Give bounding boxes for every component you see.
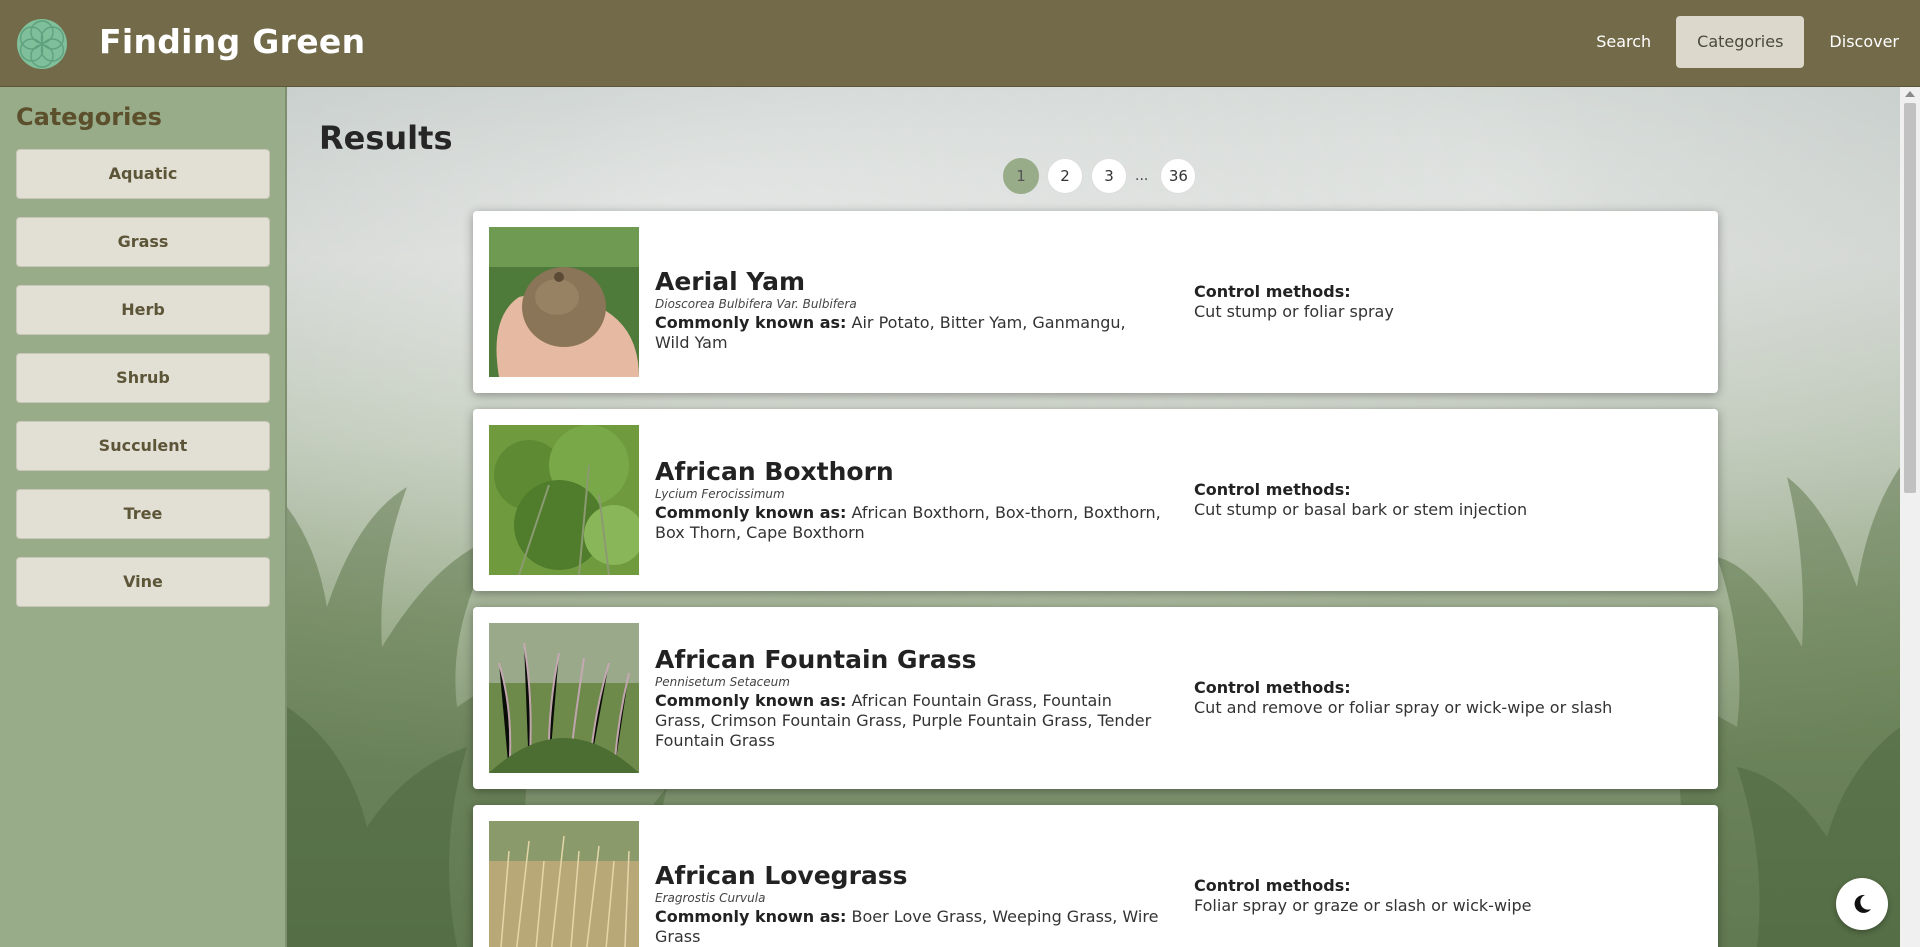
nav-search[interactable]: Search: [1575, 16, 1672, 68]
common-names: Commonly known as: African Fountain Gras…: [655, 691, 1165, 751]
plant-photo: [489, 623, 639, 773]
page-1-button[interactable]: 1: [1003, 158, 1039, 194]
control-methods: Control methods: Cut and remove or folia…: [1194, 678, 1694, 718]
category-grass-button[interactable]: Grass: [16, 217, 270, 267]
category-succulent-button[interactable]: Succulent: [16, 421, 270, 471]
plant-photo: [489, 821, 639, 947]
scientific-name: Lycium Ferocissimum: [655, 487, 785, 501]
card-body: African Boxthorn Lycium Ferocissimum Com…: [655, 457, 1165, 543]
dark-mode-toggle-button[interactable]: [1836, 878, 1888, 930]
control-value: Cut stump or foliar spray: [1194, 302, 1394, 321]
result-card[interactable]: African Boxthorn Lycium Ferocissimum Com…: [473, 409, 1718, 591]
control-label: Control methods:: [1194, 480, 1351, 499]
control-methods: Control methods: Foliar spray or graze o…: [1194, 876, 1694, 916]
nav-discover[interactable]: Discover: [1808, 16, 1920, 68]
top-header: Finding Green Search Categories Discover: [0, 0, 1920, 87]
category-herb-button[interactable]: Herb: [16, 285, 270, 335]
control-value: Cut and remove or foliar spray or wick-w…: [1194, 698, 1613, 717]
category-aquatic-button[interactable]: Aquatic: [16, 149, 270, 199]
pagination-ellipsis: ...: [1135, 168, 1149, 184]
page-last-button[interactable]: 36: [1160, 158, 1197, 194]
plant-name[interactable]: Aerial Yam: [655, 267, 1165, 296]
moon-icon: [1854, 894, 1871, 913]
common-label: Commonly known as:: [655, 313, 847, 332]
control-value: Cut stump or basal bark or stem injectio…: [1194, 500, 1528, 519]
control-label: Control methods:: [1194, 876, 1351, 895]
card-body: African Lovegrass Eragrostis Curvula Com…: [655, 861, 1165, 947]
plant-name[interactable]: African Boxthorn: [655, 457, 1165, 486]
main-nav: Search Categories Discover: [1571, 16, 1920, 68]
page-scrollbar[interactable]: [1900, 87, 1920, 947]
pagination: 1 2 3 ... 36: [1003, 158, 1204, 194]
scroll-up-arrow-icon[interactable]: [1905, 91, 1915, 97]
scientific-name: Eragrostis Curvula: [655, 891, 766, 905]
flower-logo-icon[interactable]: [16, 18, 68, 70]
site-title[interactable]: Finding Green: [99, 22, 365, 61]
scientific-name: Dioscorea Bulbifera Var. Bulbifera: [655, 297, 857, 311]
common-label: Commonly known as:: [655, 503, 847, 522]
common-label: Commonly known as:: [655, 691, 847, 710]
category-tree-button[interactable]: Tree: [16, 489, 270, 539]
common-label: Commonly known as:: [655, 907, 847, 926]
control-label: Control methods:: [1194, 678, 1351, 697]
categories-sidebar: Categories Aquatic Grass Herb Shrub Succ…: [0, 87, 287, 947]
result-card[interactable]: African Fountain Grass Pennisetum Setace…: [473, 607, 1718, 789]
scientific-name: Pennisetum Setaceum: [655, 675, 790, 689]
page-2-button[interactable]: 2: [1047, 158, 1083, 194]
common-names: Commonly known as: Air Potato, Bitter Ya…: [655, 313, 1165, 353]
result-card[interactable]: African Lovegrass Eragrostis Curvula Com…: [473, 805, 1718, 947]
card-body: African Fountain Grass Pennisetum Setace…: [655, 645, 1165, 751]
plant-photo: [489, 425, 639, 575]
results-title: Results: [319, 119, 453, 157]
control-methods: Control methods: Cut stump or basal bark…: [1194, 480, 1694, 520]
category-shrub-button[interactable]: Shrub: [16, 353, 270, 403]
plant-name[interactable]: African Lovegrass: [655, 861, 1165, 890]
page-3-button[interactable]: 3: [1091, 158, 1127, 194]
category-vine-button[interactable]: Vine: [16, 557, 270, 607]
plant-photo: [489, 227, 639, 377]
control-methods: Control methods: Cut stump or foliar spr…: [1194, 282, 1694, 322]
scrollbar-thumb[interactable]: [1904, 103, 1916, 493]
card-body: Aerial Yam Dioscorea Bulbifera Var. Bulb…: [655, 267, 1165, 353]
control-value: Foliar spray or graze or slash or wick-w…: [1194, 896, 1532, 915]
plant-name[interactable]: African Fountain Grass: [655, 645, 1165, 674]
results-main: Results 1 2 3 ... 36 Aerial Yam Dioscore…: [287, 87, 1900, 947]
result-card[interactable]: Aerial Yam Dioscorea Bulbifera Var. Bulb…: [473, 211, 1718, 393]
nav-categories[interactable]: Categories: [1676, 16, 1805, 68]
common-names: Commonly known as: African Boxthorn, Box…: [655, 503, 1165, 543]
common-names: Commonly known as: Boer Love Grass, Weep…: [655, 907, 1165, 947]
control-label: Control methods:: [1194, 282, 1351, 301]
sidebar-title: Categories: [16, 103, 162, 131]
